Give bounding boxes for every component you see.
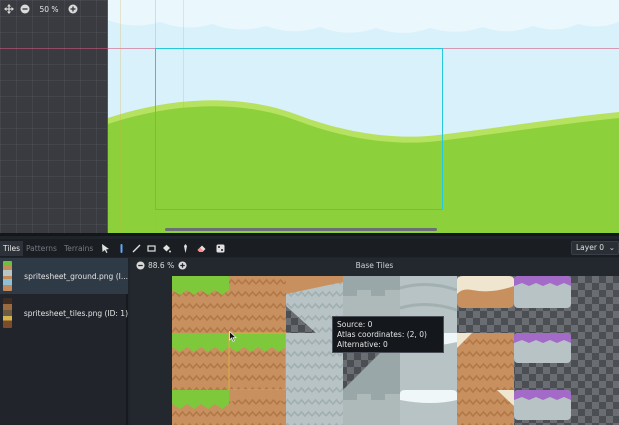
move-icon[interactable] xyxy=(4,4,14,14)
picker-icon[interactable] xyxy=(180,243,190,253)
source-thumbnail xyxy=(3,261,13,291)
select-icon[interactable] xyxy=(100,243,110,253)
viewport-toolbar: 50 % xyxy=(4,3,78,15)
atlas-toolbar: 88.6 % Base Tiles xyxy=(130,258,619,274)
atlas-title: Base Tiles xyxy=(355,261,394,270)
panel-tab-bar: Tiles Patterns Terrains Layer 0 ⌄ xyxy=(0,239,619,257)
atlas-tooltip: Source: 0 Atlas coordinates: (2, 0) Alte… xyxy=(332,316,444,353)
list-item[interactable]: spritesheet_ground.png (I... xyxy=(0,258,128,294)
source-label: spritesheet_ground.png (I... xyxy=(24,271,128,281)
layer-select[interactable]: Layer 0 ⌄ xyxy=(571,241,619,255)
tab-patterns[interactable]: Patterns xyxy=(23,241,60,256)
canvas-viewport[interactable]: 50 % xyxy=(0,0,619,233)
grid-guide xyxy=(120,0,121,233)
zoom-label[interactable]: 50 % xyxy=(36,5,62,14)
tile-row-2 xyxy=(172,390,571,425)
bucket-icon[interactable] xyxy=(161,243,171,253)
viewport-empty-area[interactable] xyxy=(0,0,108,233)
tooltip-alternative: Alternative: 0 xyxy=(337,340,388,349)
atlas-source-list: spritesheet_ground.png (I... spritesheet… xyxy=(0,258,128,425)
list-item[interactable]: spritesheet_tiles.png (ID: 1) xyxy=(0,295,128,331)
viewport-hscroll[interactable] xyxy=(165,228,437,231)
line-icon[interactable] xyxy=(131,243,141,253)
zoom-in-icon[interactable] xyxy=(68,4,78,14)
rect-icon[interactable] xyxy=(146,243,156,253)
chevron-down-icon: ⌄ xyxy=(608,243,615,252)
random-icon[interactable] xyxy=(215,243,225,253)
tooltip-source: Source: 0 xyxy=(337,320,373,329)
zoom-out-icon[interactable] xyxy=(20,4,30,14)
viewport-divider xyxy=(107,0,108,233)
paint-icon[interactable] xyxy=(116,243,126,253)
source-label: spritesheet_tiles.png (ID: 1) xyxy=(23,308,128,318)
tilemap-panel: Tiles Patterns Terrains Layer 0 ⌄ sprite… xyxy=(0,233,619,425)
tab-tiles[interactable]: Tiles xyxy=(0,241,24,256)
camera-rect xyxy=(155,48,443,210)
source-thumbnail xyxy=(3,298,12,328)
layer-select-value: Layer 0 xyxy=(576,243,605,252)
tab-terrains[interactable]: Terrains xyxy=(61,241,96,256)
tooltip-coords: Atlas coordinates: (2, 0) xyxy=(337,330,427,339)
eraser-icon[interactable] xyxy=(196,243,206,253)
mouse-cursor-icon xyxy=(229,331,237,342)
